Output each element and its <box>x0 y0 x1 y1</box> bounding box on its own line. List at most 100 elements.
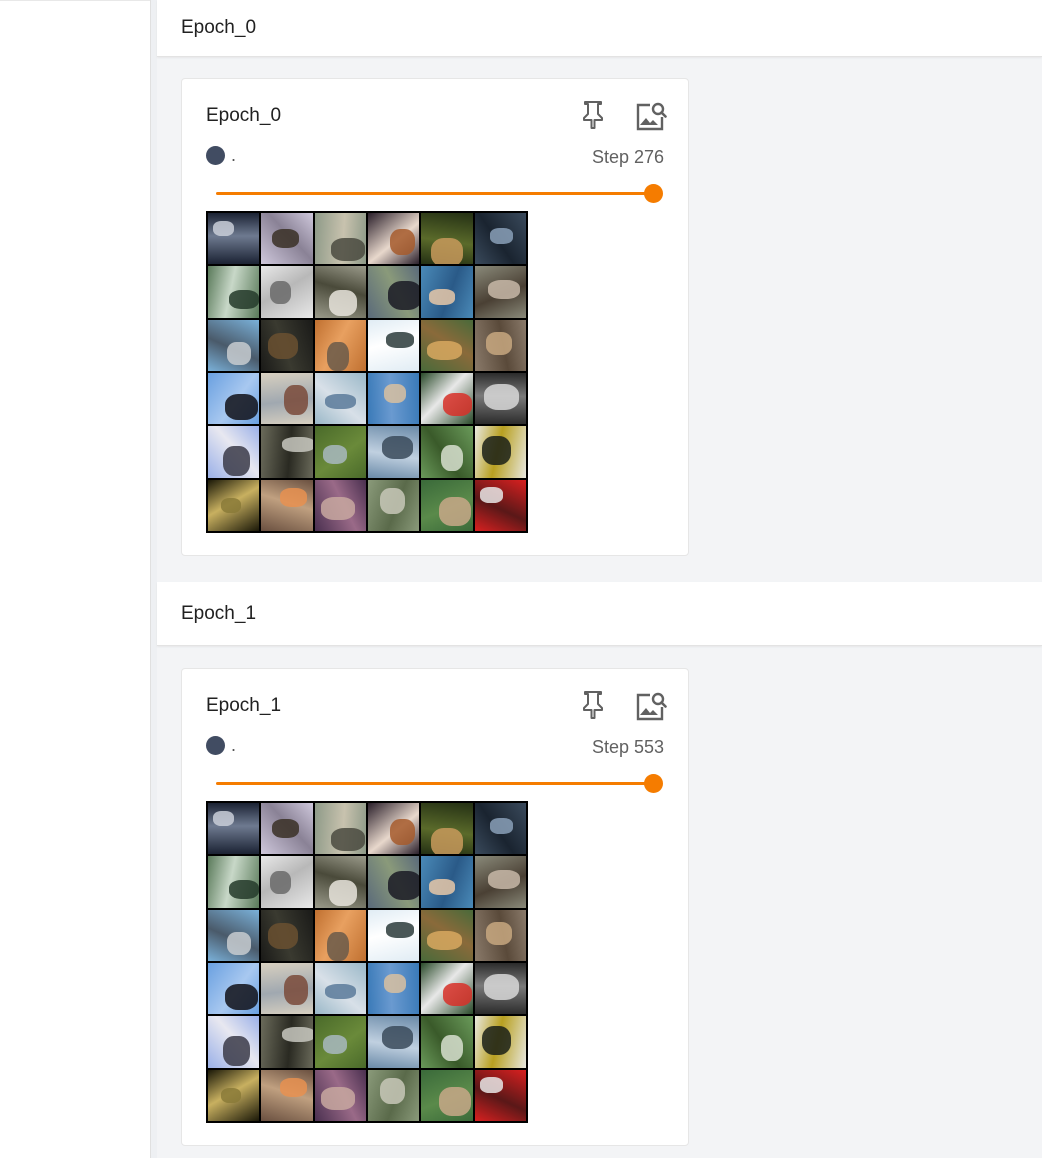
tile-subject-shape <box>270 281 292 304</box>
image-tile-cat <box>261 319 313 371</box>
slider-track[interactable] <box>216 782 654 785</box>
image-tile-dog <box>367 213 420 265</box>
tile-subject-shape <box>483 973 520 1000</box>
tile-subject-shape <box>320 1087 355 1110</box>
tile-subject-shape <box>388 870 420 901</box>
image-search-icon[interactable] <box>634 689 668 723</box>
tile-subject-shape <box>379 487 405 515</box>
image-tile-ship <box>367 426 420 478</box>
tile-subject-shape <box>490 818 514 834</box>
image-tile-truck <box>421 962 473 1015</box>
tile-subject-shape <box>272 819 300 839</box>
tile-subject-shape <box>324 983 356 999</box>
run-name: . <box>231 735 237 755</box>
image-search-icon[interactable] <box>634 99 668 133</box>
tile-subject-shape <box>213 810 234 827</box>
slider-track[interactable] <box>216 192 654 195</box>
image-tile-deer <box>314 1016 366 1068</box>
image-tile-horse <box>314 266 366 318</box>
tile-subject-shape <box>224 984 258 1011</box>
slider-thumb[interactable] <box>644 774 663 793</box>
tile-subject-shape <box>485 921 513 945</box>
tile-subject-shape <box>268 923 299 950</box>
tile-subject-shape <box>272 229 300 249</box>
tile-subject-shape <box>483 383 520 410</box>
image-tile-cat <box>261 479 313 531</box>
tile-subject-shape <box>481 1025 512 1056</box>
group-title: Epoch_0 <box>181 17 257 38</box>
tile-subject-shape <box>440 1034 464 1061</box>
tile-subject-shape <box>283 974 309 1005</box>
sidebar-divider <box>0 0 150 1</box>
tile-subject-shape <box>222 1035 250 1066</box>
image-tile-dog <box>314 479 366 531</box>
image-tile-ship <box>367 1016 420 1068</box>
tile-subject-shape <box>481 435 512 466</box>
image-tile-horse <box>367 856 420 908</box>
tile-subject-shape <box>320 497 355 520</box>
tile-subject-shape <box>220 497 242 513</box>
image-tile-dog <box>314 1069 366 1121</box>
image-tile-bird <box>208 426 260 478</box>
image-tile-truck <box>421 372 473 425</box>
card-title: Epoch_0 <box>206 105 282 126</box>
tile-subject-shape <box>479 487 503 503</box>
pin-icon[interactable] <box>578 99 608 131</box>
tile-subject-shape <box>488 280 521 300</box>
tile-subject-shape <box>438 496 471 527</box>
tile-subject-shape <box>226 342 251 365</box>
image-tile-truck <box>314 803 366 855</box>
image-tile-cat <box>314 909 366 961</box>
tile-subject-shape <box>438 1086 471 1117</box>
image-tile-ship <box>261 372 313 425</box>
tile-subject-shape <box>479 1077 503 1093</box>
image-tile-frog <box>208 479 260 531</box>
tile-subject-shape <box>281 436 313 452</box>
tile-subject-shape <box>388 280 420 311</box>
tile-subject-shape <box>326 931 349 961</box>
image-tile-deer <box>314 426 366 478</box>
tile-subject-shape <box>381 436 414 459</box>
tile-subject-shape <box>429 879 455 895</box>
image-tile-truck <box>314 213 366 265</box>
tile-subject-shape <box>326 341 349 371</box>
image-tile-airplane <box>367 319 420 371</box>
image-tile-frog <box>421 426 473 478</box>
group-title: Epoch_1 <box>181 602 257 624</box>
image-tile-bird <box>367 962 420 1015</box>
image-tile-cat <box>261 1069 313 1121</box>
image-tile-car <box>474 213 526 265</box>
tile-subject-shape <box>322 445 348 465</box>
tile-subject-shape <box>385 332 415 348</box>
run-name: . <box>231 145 237 165</box>
image-tile-dog <box>421 909 473 961</box>
panel-gutter <box>151 0 157 1158</box>
tile-subject-shape <box>440 444 464 471</box>
image-tile-horse <box>261 856 313 908</box>
tile-subject-shape <box>426 341 462 361</box>
slider-thumb[interactable] <box>644 184 663 203</box>
tile-subject-shape <box>490 228 514 244</box>
image-tile-truck <box>474 479 526 531</box>
image-tile-cat <box>474 266 526 318</box>
tile-subject-shape <box>442 393 472 416</box>
group-header-epoch-1[interactable]: Epoch_1 <box>157 582 1042 646</box>
image-tile-bird <box>474 962 526 1015</box>
tile-subject-shape <box>329 289 357 317</box>
image-tile-deer <box>421 803 473 855</box>
tile-subject-shape <box>281 1026 313 1042</box>
image-tile-deer <box>261 803 313 855</box>
tile-subject-shape <box>331 828 365 851</box>
pin-icon[interactable] <box>578 689 608 721</box>
tile-subject-shape <box>329 879 357 907</box>
tile-subject-shape <box>279 1078 307 1098</box>
group-header-epoch-0[interactable]: Epoch_0 <box>157 0 1042 57</box>
step-label: Step 553 <box>591 737 664 757</box>
run-color-dot <box>206 146 225 165</box>
image-tile-ship <box>208 319 260 371</box>
image-tile-frog <box>367 479 420 531</box>
tile-subject-shape <box>283 384 309 415</box>
card-title: Epoch_1 <box>206 695 282 716</box>
image-tile-airplane <box>367 909 420 961</box>
tile-subject-shape <box>485 331 513 355</box>
